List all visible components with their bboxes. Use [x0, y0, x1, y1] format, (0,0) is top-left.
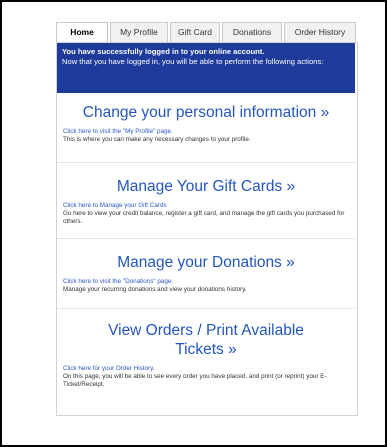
tab-my-profile[interactable]: My Profile	[110, 22, 168, 42]
gift-cards-description: Go here to view your credit balance, reg…	[63, 210, 345, 226]
login-success-banner: You have successfully logged in to your …	[57, 43, 355, 93]
banner-message: Now that you have logged in, you will be…	[62, 57, 324, 66]
account-panel: You have successfully logged in to your …	[56, 42, 358, 416]
donations-title-link[interactable]: Manage your Donations »	[63, 253, 349, 272]
order-history-link[interactable]: Click here for your Order History.	[63, 365, 349, 373]
page-frame: Home My Profile Gift Card Donations Orde…	[0, 0, 387, 447]
tab-gift-card[interactable]: Gift Card	[170, 22, 220, 42]
donations-description: Manage your recurring donations and view…	[63, 286, 247, 293]
donations-link[interactable]: Click here to visit the "Donations" page…	[63, 278, 349, 286]
card-gift-cards: Manage Your Gift Cards » Click here to M…	[57, 163, 355, 239]
card-donations: Manage your Donations » Click here to vi…	[57, 239, 355, 309]
my-profile-link[interactable]: Click here to visit the "My Profile" pag…	[63, 128, 349, 136]
tab-bar: Home My Profile Gift Card Donations Orde…	[56, 22, 356, 43]
orders-title-link[interactable]: View Orders / Print Available Tickets »	[63, 321, 349, 359]
card-personal-info: Change your personal information » Click…	[57, 93, 355, 163]
personal-info-title-link[interactable]: Change your personal information »	[63, 103, 349, 122]
personal-info-description: This is where you can make any necessary…	[63, 136, 251, 143]
card-orders: View Orders / Print Available Tickets » …	[57, 309, 355, 413]
manage-gift-cards-link[interactable]: Click here to Manage your Gift Cards	[63, 202, 349, 210]
tab-home[interactable]: Home	[56, 22, 108, 43]
tab-order-history[interactable]: Order History	[284, 22, 356, 42]
orders-description: On this page, you will be able to see ev…	[63, 373, 327, 389]
tab-donations[interactable]: Donations	[222, 22, 282, 42]
gift-cards-title-link[interactable]: Manage Your Gift Cards »	[63, 177, 349, 196]
banner-title: You have successfully logged in to your …	[62, 47, 265, 56]
